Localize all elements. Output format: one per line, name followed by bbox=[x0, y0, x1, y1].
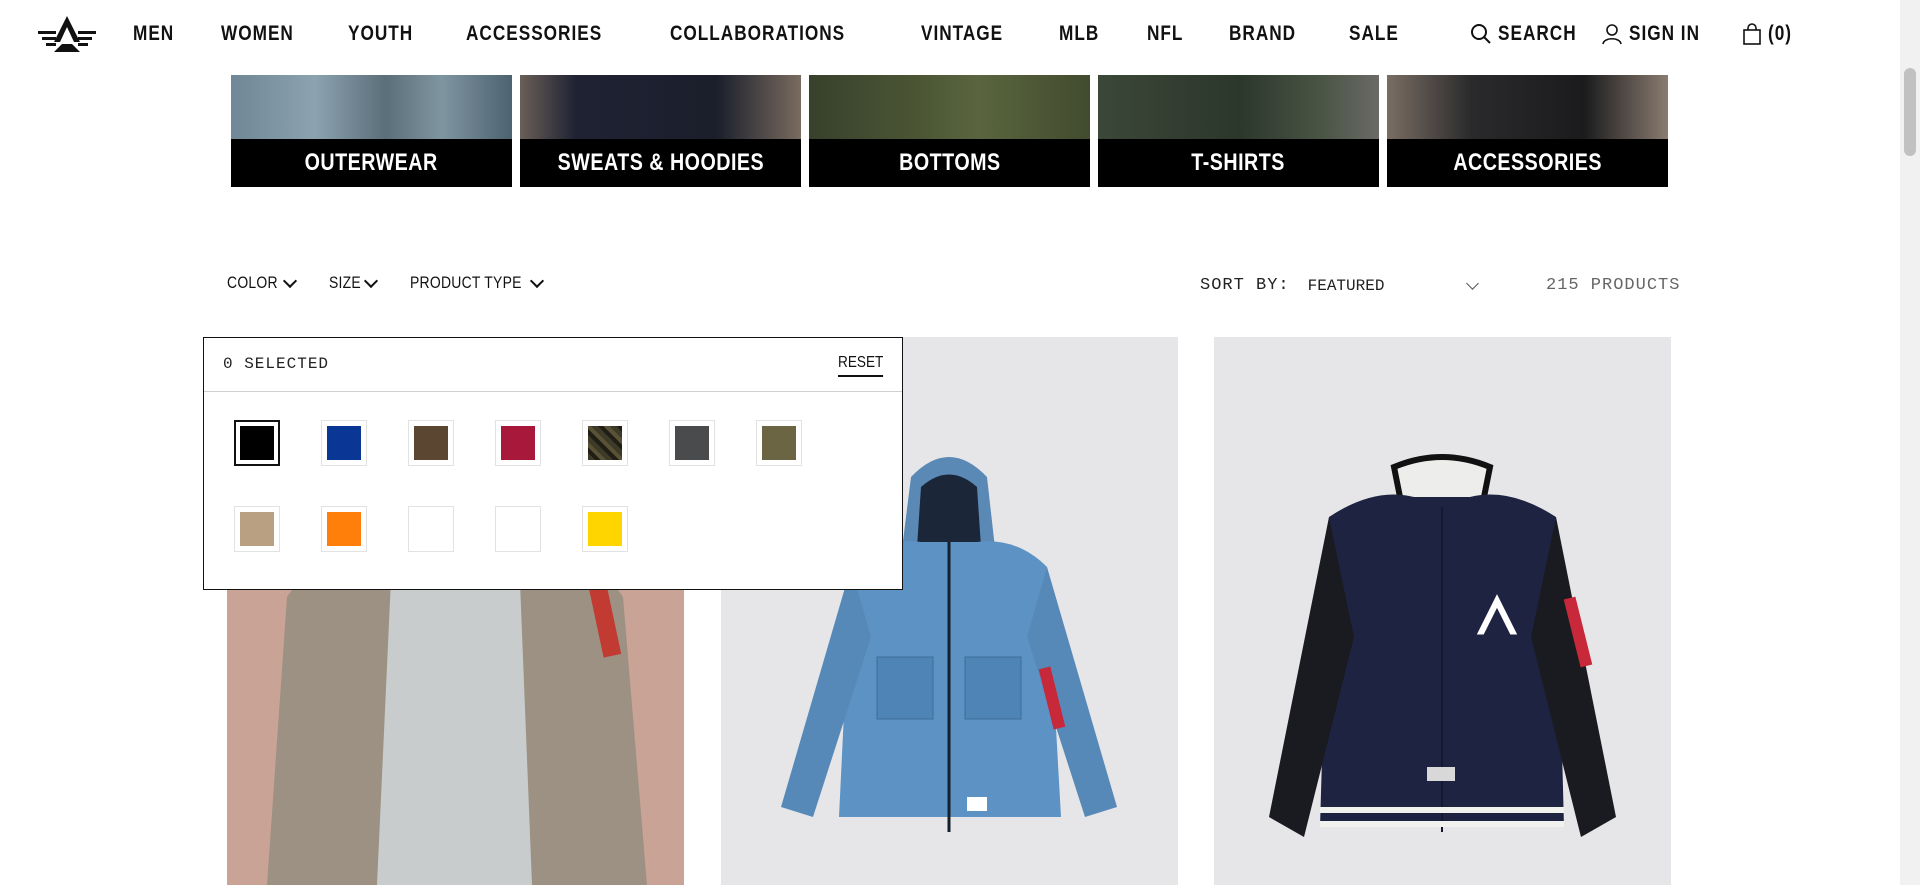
nav-youth[interactable]: YOUTH bbox=[348, 22, 413, 46]
swatch-white-2[interactable] bbox=[495, 506, 541, 552]
nav-vintage-label: VINTAGE bbox=[921, 22, 1004, 45]
nav-brand-label: BRAND bbox=[1228, 22, 1297, 45]
swatch-red-chip bbox=[501, 426, 535, 460]
category-outerwear[interactable]: OUTERWEAR bbox=[231, 75, 512, 187]
color-filter-dropdown: 0 SELECTED RESET bbox=[203, 337, 903, 590]
category-accessories-image bbox=[1387, 75, 1668, 139]
nav-vintage[interactable]: VINTAGE bbox=[921, 22, 1003, 46]
swatch-orange-chip bbox=[327, 512, 361, 546]
product-image-3 bbox=[1214, 337, 1671, 885]
nav-nfl-label: NFL bbox=[1146, 22, 1183, 45]
site-header: MEN WOMEN YOUTH ACCESSORIES COLLABORATIO… bbox=[0, 0, 1900, 75]
color-filter[interactable]: COLOR bbox=[227, 273, 298, 293]
nav-women-label: WOMEN bbox=[221, 22, 295, 45]
swatch-brown-chip bbox=[414, 426, 448, 460]
nav-brand[interactable]: BRAND bbox=[1229, 22, 1296, 46]
swatch-white-2-chip bbox=[501, 512, 535, 546]
nav-collaborations[interactable]: COLLABORATIONS bbox=[670, 22, 845, 46]
cart-button[interactable]: (0) bbox=[1742, 22, 1797, 46]
main-nav: MEN WOMEN YOUTH ACCESSORIES COLLABORATIO… bbox=[133, 22, 1448, 46]
swatch-orange[interactable] bbox=[321, 506, 367, 552]
scrollbar-thumb[interactable] bbox=[1904, 68, 1916, 156]
product-card-3[interactable] bbox=[1214, 337, 1671, 885]
swatch-tan-chip bbox=[240, 512, 274, 546]
chevron-down-icon[interactable] bbox=[1465, 276, 1479, 290]
nav-men[interactable]: MEN bbox=[133, 22, 174, 46]
page-scrollbar[interactable] bbox=[1900, 0, 1920, 885]
category-accessories[interactable]: ACCESSORIES bbox=[1387, 75, 1668, 187]
search-label: SEARCH bbox=[1498, 22, 1577, 45]
swatch-camo-chip bbox=[588, 426, 622, 460]
category-accessories-label: ACCESSORIES bbox=[1453, 149, 1602, 176]
chevron-down-icon bbox=[282, 273, 298, 288]
nav-men-label: MEN bbox=[133, 22, 175, 45]
search-button[interactable]: SEARCH bbox=[1470, 22, 1594, 46]
nav-nfl[interactable]: NFL bbox=[1147, 22, 1183, 46]
product-type-filter-label: PRODUCT TYPE bbox=[409, 273, 522, 292]
product-count: 215 PRODUCTS bbox=[1546, 276, 1681, 295]
swatch-white[interactable] bbox=[408, 506, 454, 552]
swatch-brown[interactable] bbox=[408, 420, 454, 466]
search-icon bbox=[1471, 24, 1491, 44]
swatch-olive-chip bbox=[762, 426, 796, 460]
nav-mlb[interactable]: MLB bbox=[1059, 22, 1099, 46]
swatch-yellow[interactable] bbox=[582, 506, 628, 552]
sort-select[interactable]: FEATURED bbox=[1308, 277, 1468, 295]
category-sweats-hoodies[interactable]: SWEATS & HOODIES bbox=[520, 75, 801, 187]
nav-accessories-label: ACCESSORIES bbox=[465, 22, 602, 45]
color-swatch-grid bbox=[234, 420, 802, 552]
swatch-blue[interactable] bbox=[321, 420, 367, 466]
color-dropdown-header: 0 SELECTED RESET bbox=[204, 338, 902, 392]
size-filter-label: SIZE bbox=[328, 273, 361, 292]
category-bottoms[interactable]: BOTTOMS bbox=[809, 75, 1090, 187]
swatch-grey-chip bbox=[675, 426, 709, 460]
swatch-grey[interactable] bbox=[669, 420, 715, 466]
swatch-black[interactable] bbox=[234, 420, 280, 466]
category-bottoms-label: BOTTOMS bbox=[898, 149, 1001, 176]
category-t-shirts-label: T-SHIRTS bbox=[1191, 149, 1286, 176]
color-filter-label: COLOR bbox=[227, 273, 278, 292]
category-strip: OUTERWEAR SWEATS & HOODIES BOTTOMS T-SHI… bbox=[231, 75, 1669, 187]
swatch-black-chip bbox=[240, 426, 274, 460]
sort-label: SORT BY: bbox=[1200, 276, 1290, 295]
swatch-yellow-chip bbox=[588, 512, 622, 546]
nav-sale[interactable]: SALE bbox=[1349, 22, 1399, 46]
category-sweats-hoodies-image bbox=[520, 75, 801, 139]
brand-logo-icon[interactable] bbox=[36, 14, 98, 54]
cart-count: (0) bbox=[1768, 22, 1792, 45]
swatch-tan[interactable] bbox=[234, 506, 280, 552]
swatch-red[interactable] bbox=[495, 420, 541, 466]
nav-women[interactable]: WOMEN bbox=[221, 22, 294, 46]
swatch-blue-chip bbox=[327, 426, 361, 460]
chevron-down-icon bbox=[530, 273, 545, 288]
selected-count: 0 SELECTED bbox=[223, 355, 330, 373]
category-outerwear-label: OUTERWEAR bbox=[304, 149, 439, 176]
shopping-bag-icon bbox=[1743, 23, 1761, 45]
nav-mlb-label: MLB bbox=[1059, 22, 1100, 45]
reset-button[interactable]: RESET bbox=[837, 354, 883, 377]
swatch-olive[interactable] bbox=[756, 420, 802, 466]
product-type-filter[interactable]: PRODUCT TYPE bbox=[409, 273, 545, 293]
category-sweats-hoodies-label: SWEATS & HOODIES bbox=[557, 149, 764, 176]
nav-accessories[interactable]: ACCESSORIES bbox=[466, 22, 602, 46]
sign-in-button[interactable]: SIGN IN bbox=[1601, 22, 1716, 46]
nav-youth-label: YOUTH bbox=[348, 22, 414, 45]
category-t-shirts[interactable]: T-SHIRTS bbox=[1098, 75, 1379, 187]
filter-bar: COLOR SIZE PRODUCT TYPE bbox=[227, 273, 576, 293]
category-bottoms-image bbox=[809, 75, 1090, 139]
swatch-white-chip bbox=[414, 512, 448, 546]
sort-control: SORT BY: FEATURED bbox=[1200, 276, 1479, 295]
nav-sale-label: SALE bbox=[1348, 22, 1399, 45]
swatch-camo[interactable] bbox=[582, 420, 628, 466]
user-icon bbox=[1602, 24, 1622, 45]
nav-collaborations-label: COLLABORATIONS bbox=[669, 22, 845, 45]
sign-in-label: SIGN IN bbox=[1629, 22, 1700, 45]
chevron-down-icon bbox=[363, 273, 379, 288]
category-t-shirts-image bbox=[1098, 75, 1379, 139]
category-outerwear-image bbox=[231, 75, 512, 139]
size-filter[interactable]: SIZE bbox=[328, 273, 379, 293]
